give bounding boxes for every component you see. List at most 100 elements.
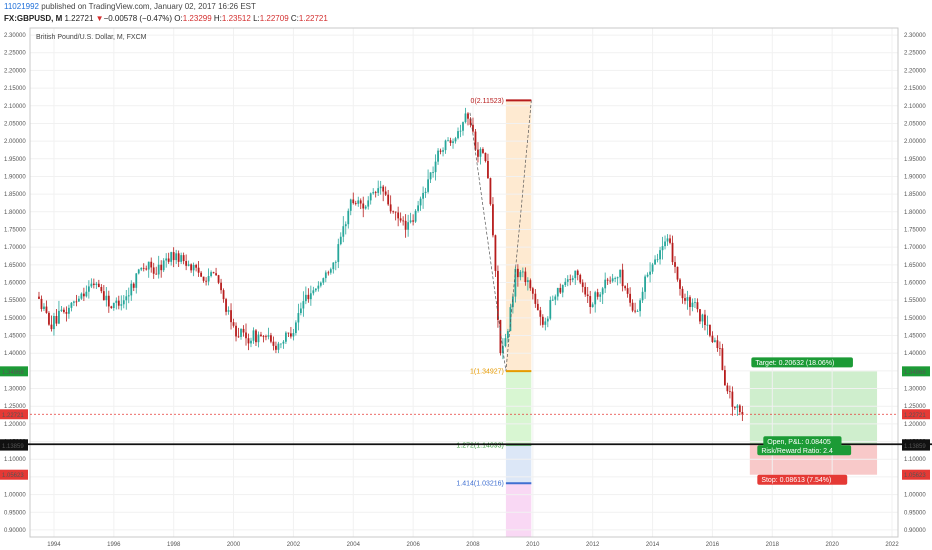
x-tick-label: 1996 (107, 542, 121, 548)
candle-body (38, 296, 40, 299)
fib-level-label: 1(1.34927) (470, 369, 504, 376)
x-tick-label: 2018 (766, 542, 780, 548)
candle-body (644, 276, 646, 292)
candle-body (616, 277, 619, 279)
candle-body (701, 314, 704, 322)
stop-label: Stop: 0.08613 (7.54%) (761, 477, 831, 484)
candle-body (492, 204, 494, 236)
candle-body (689, 297, 691, 308)
candle-body (417, 205, 420, 211)
candle-body (664, 241, 666, 247)
candle-body (676, 266, 679, 280)
candle-body (195, 264, 198, 268)
candle-body (514, 268, 517, 297)
y-tick-label-left: 1.40000 (4, 351, 26, 357)
candle-body (449, 140, 452, 143)
candle-body (691, 302, 694, 308)
candle-body (359, 200, 362, 204)
candle-body (147, 261, 150, 270)
candle-body (289, 333, 292, 337)
candle-body (686, 297, 689, 301)
candle-body (561, 285, 564, 293)
candle-body (135, 273, 138, 288)
y-tick-label-left: 2.00000 (4, 139, 26, 145)
candle-body (50, 324, 53, 330)
y-tick-label-right: 1.40000 (904, 351, 926, 357)
y-tick-label-right: 1.75000 (904, 227, 926, 233)
candle-body (329, 269, 332, 273)
candle-body (699, 309, 701, 322)
candle-body (170, 252, 173, 262)
candle-body (339, 236, 342, 245)
candle-body (175, 253, 178, 261)
y-tick-label-left: 1.20000 (4, 422, 26, 428)
open-pnl-label: Open, P&L: 0.08405 (767, 439, 831, 446)
candle-body (581, 282, 584, 287)
candle-body (524, 271, 527, 283)
candle-body (489, 178, 492, 205)
price-tag-right-text: 1.05623 (904, 473, 926, 479)
candle-body (72, 301, 75, 303)
candle-body (721, 348, 724, 371)
candle-body (317, 285, 320, 289)
y-tick-label-left: 2.15000 (4, 86, 26, 92)
candle-body (649, 271, 651, 275)
candle-body (442, 150, 444, 152)
fib-zone-1272-1414 (505, 444, 532, 484)
candle-body (407, 222, 410, 230)
candle-body (65, 312, 68, 314)
candle-body (250, 340, 252, 344)
candle-body (579, 274, 582, 283)
y-tick-label-right: 1.45000 (904, 334, 926, 340)
candle-body (354, 203, 357, 204)
x-tick-label: 1998 (167, 542, 181, 548)
candle-body (611, 278, 614, 282)
candle-body (477, 149, 479, 157)
candle-body (352, 199, 355, 204)
candle-body (414, 210, 417, 222)
candle-body (696, 302, 699, 310)
candle-body (362, 203, 365, 209)
candle-body (646, 274, 649, 277)
candle-body (394, 211, 397, 213)
candle-body (576, 270, 579, 275)
candle-body (202, 276, 205, 281)
price-chart[interactable]: 0(2.11523) 1(1.34927) 1.272(1.14093) 1.414(… (0, 0, 932, 550)
candle-body (314, 288, 317, 291)
candle-body (327, 272, 330, 274)
candle-body (556, 287, 559, 297)
candle-body (716, 340, 719, 349)
x-tick-label: 2012 (586, 542, 600, 548)
candle-body (444, 140, 447, 151)
x-tick-label: 2008 (466, 542, 480, 548)
candle-body (661, 246, 664, 251)
candle-body (95, 283, 98, 285)
candle-body (102, 291, 105, 301)
target-label: Target: 0.20632 (18.06%) (755, 360, 834, 367)
x-tick-label: 2006 (406, 542, 420, 548)
x-tick-label: 2004 (347, 542, 361, 548)
candle-body (197, 267, 200, 273)
candle-body (654, 259, 656, 265)
price-tag-right-text: 1.22721 (904, 413, 926, 419)
y-tick-label-right: 2.25000 (904, 51, 926, 57)
candle-body (634, 310, 637, 312)
candle-body (212, 272, 215, 274)
candle-body (130, 283, 133, 296)
candle-body (265, 336, 267, 338)
candle-body (77, 298, 80, 302)
candle-body (177, 253, 180, 262)
candle-body (549, 300, 552, 319)
candle-body (479, 149, 482, 157)
candle-body (115, 300, 118, 303)
candle-body (275, 345, 277, 350)
candle-body (656, 259, 659, 261)
y-tick-label-right: 1.50000 (904, 316, 926, 322)
fib-level-label: 0(2.11523) (471, 98, 504, 105)
y-tick-label-right: 1.60000 (904, 281, 926, 287)
candle-body (319, 282, 322, 286)
y-tick-label-left: 1.30000 (4, 387, 26, 393)
y-tick-label-right: 0.90000 (904, 528, 926, 534)
candle-body (87, 286, 90, 292)
y-tick-label-left: 1.45000 (4, 334, 26, 340)
